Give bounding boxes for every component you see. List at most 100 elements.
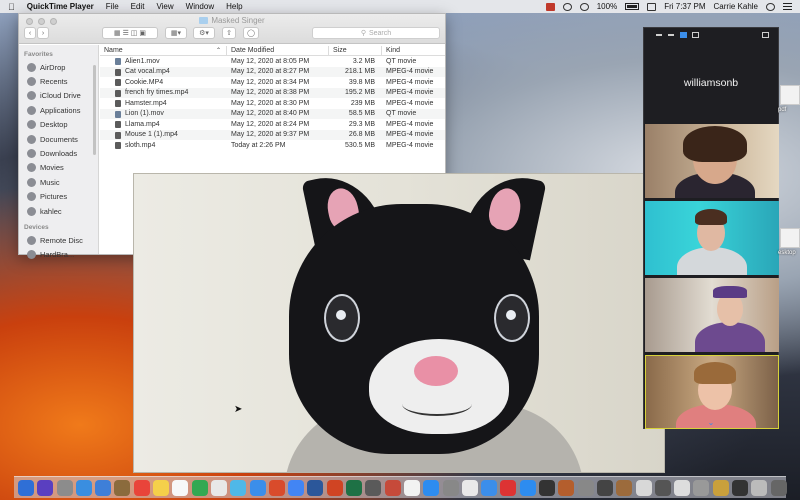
- dock-app-icon[interactable]: [577, 479, 594, 496]
- group-button[interactable]: ▦ ▾: [165, 27, 187, 39]
- sidebar-scrollbar[interactable]: [93, 65, 96, 155]
- dock-app-icon[interactable]: [654, 479, 671, 496]
- flag-icon[interactable]: [647, 2, 657, 11]
- dock-app-icon[interactable]: [519, 479, 536, 496]
- spotlight-icon[interactable]: [766, 2, 775, 11]
- sidebar-item[interactable]: Applications: [19, 103, 98, 117]
- dock-app-icon[interactable]: [133, 479, 150, 496]
- dock-app-icon[interactable]: [346, 479, 363, 496]
- participant-tile-2[interactable]: [645, 201, 779, 275]
- dock-app-icon[interactable]: [172, 479, 189, 496]
- participant-tile-3[interactable]: [645, 278, 779, 352]
- table-row[interactable]: Hamster.mp4 May 12, 2020 at 8:30 PM 239 MB…: [100, 98, 445, 109]
- dock-app-icon[interactable]: [210, 479, 227, 496]
- menu-view[interactable]: View: [156, 2, 173, 11]
- dock-app-icon[interactable]: [230, 479, 247, 496]
- dock-app-icon[interactable]: [616, 479, 633, 496]
- table-row[interactable]: french fry times.mp4 May 12, 2020 at 8:38…: [100, 87, 445, 98]
- zoom-status-icon[interactable]: [545, 2, 555, 11]
- sidebar-item[interactable]: Music: [19, 175, 98, 189]
- menu-window[interactable]: Window: [186, 2, 214, 11]
- desktop-file-label[interactable]: esktop: [778, 250, 796, 256]
- dock-app-icon[interactable]: [384, 479, 401, 496]
- sidebar-device-item[interactable]: Remote Disc: [19, 233, 98, 247]
- gallery-view-icon[interactable]: [692, 32, 699, 38]
- dock-app-icon[interactable]: [423, 479, 440, 496]
- table-row[interactable]: Cat vocal.mp4 May 12, 2020 at 8:27 PM 218.…: [100, 66, 445, 77]
- sort-chevron-icon[interactable]: ⌃: [216, 47, 221, 54]
- dock-app-icon[interactable]: [461, 479, 478, 496]
- desktop-file-label[interactable]: pdf: [778, 107, 786, 113]
- zoom-minimize-icon[interactable]: [656, 34, 662, 36]
- menu-app-name[interactable]: QuickTime Player: [27, 2, 94, 11]
- sidebar-item[interactable]: Recents: [19, 74, 98, 88]
- action-button[interactable]: ⚙ ▾: [193, 27, 215, 39]
- share-button[interactable]: ⇧: [222, 27, 236, 39]
- dock-app-icon[interactable]: [75, 479, 92, 496]
- icon-view-icon[interactable]: ▦: [114, 29, 121, 37]
- menu-file[interactable]: File: [106, 2, 119, 11]
- menu-edit[interactable]: Edit: [131, 2, 145, 11]
- sidebar-item[interactable]: Pictures: [19, 190, 98, 204]
- tags-button[interactable]: ◯: [243, 27, 259, 39]
- table-row[interactable]: Llama.mp4 May 12, 2020 at 8:24 PM 29.3 MB M…: [100, 119, 445, 130]
- gallery-view-icon[interactable]: ▣: [139, 29, 146, 37]
- column-name[interactable]: Name: [104, 47, 123, 54]
- dock-app-icon[interactable]: [481, 479, 498, 496]
- desktop-file-icon[interactable]: [780, 228, 800, 248]
- dock-app-icon[interactable]: [37, 479, 54, 496]
- list-view-icon[interactable]: ☰: [123, 29, 129, 37]
- column-size[interactable]: Size: [333, 47, 347, 54]
- dock-app-icon[interactable]: [403, 479, 420, 496]
- sidebar-item[interactable]: Movies: [19, 161, 98, 175]
- dock-app-icon[interactable]: [365, 479, 382, 496]
- sidebar-item[interactable]: Desktop: [19, 118, 98, 132]
- sidebar-item[interactable]: AirDrop: [19, 60, 98, 74]
- dock-app-icon[interactable]: [539, 479, 556, 496]
- quicktime-video-frame[interactable]: ➤: [133, 173, 665, 473]
- dock-app-icon[interactable]: [674, 479, 691, 496]
- back-button[interactable]: ‹: [24, 27, 36, 39]
- dock-app-icon[interactable]: [596, 479, 613, 496]
- wifi-icon[interactable]: [579, 2, 589, 11]
- table-row[interactable]: Lion (1).mov May 12, 2020 at 8:40 PM 58.5 …: [100, 108, 445, 119]
- expand-icon[interactable]: [762, 32, 769, 38]
- column-kind[interactable]: Kind: [386, 47, 400, 54]
- clock[interactable]: Fri 7:37 PM: [664, 2, 705, 11]
- zoom-scroll-down[interactable]: ⌄: [644, 419, 778, 428]
- table-row[interactable]: Alien1.mov May 12, 2020 at 8:05 PM 3.2 MB Q…: [100, 56, 445, 67]
- desktop-file-icon[interactable]: [780, 85, 800, 105]
- dock-app-icon[interactable]: [442, 479, 459, 496]
- dock-app-icon[interactable]: [751, 479, 768, 496]
- dock-app-icon[interactable]: [191, 479, 208, 496]
- sidebar-device-item[interactable]: HardBra...: [19, 248, 98, 262]
- dock-app-icon[interactable]: [153, 479, 170, 496]
- dock-app-icon[interactable]: [712, 479, 729, 496]
- table-row[interactable]: sloth.mp4 Today at 2:26 PM 530.5 MB MPEG-4 …: [100, 140, 445, 151]
- sidebar-item[interactable]: Documents: [19, 132, 98, 146]
- table-row[interactable]: Mouse 1 (1).mp4 May 12, 2020 at 9:37 PM 26…: [100, 129, 445, 140]
- zoom-hide-icon[interactable]: [668, 34, 674, 36]
- chevron-down-icon[interactable]: ⌄: [708, 419, 715, 428]
- table-row[interactable]: Cookie.MP4 May 12, 2020 at 8:34 PM 39.8 MB…: [100, 77, 445, 88]
- dock-app-icon[interactable]: [500, 479, 517, 496]
- dock-app-icon[interactable]: [307, 479, 324, 496]
- time-machine-icon[interactable]: [562, 2, 572, 11]
- dock-app-icon[interactable]: [693, 479, 710, 496]
- column-view-icon[interactable]: ◫: [131, 29, 138, 37]
- speaker-view-icon[interactable]: [680, 32, 687, 38]
- column-date[interactable]: Date Modified: [231, 47, 274, 54]
- menu-help[interactable]: Help: [226, 2, 242, 11]
- participant-tile-1[interactable]: [645, 124, 779, 198]
- sidebar-item[interactable]: kahlec: [19, 204, 98, 218]
- apple-menu-icon[interactable]: : [8, 2, 15, 12]
- battery-icon[interactable]: [625, 3, 640, 10]
- search-field[interactable]: ⚲ Search: [312, 27, 440, 39]
- sidebar-item[interactable]: Downloads: [19, 146, 98, 160]
- dock-app-icon[interactable]: [114, 479, 131, 496]
- dock-app-icon[interactable]: [731, 479, 748, 496]
- dock-app-icon[interactable]: [56, 479, 73, 496]
- view-switcher[interactable]: ▦ ☰ ◫ ▣: [102, 27, 158, 39]
- sidebar-item[interactable]: iCloud Drive: [19, 89, 98, 103]
- forward-button[interactable]: ›: [37, 27, 49, 39]
